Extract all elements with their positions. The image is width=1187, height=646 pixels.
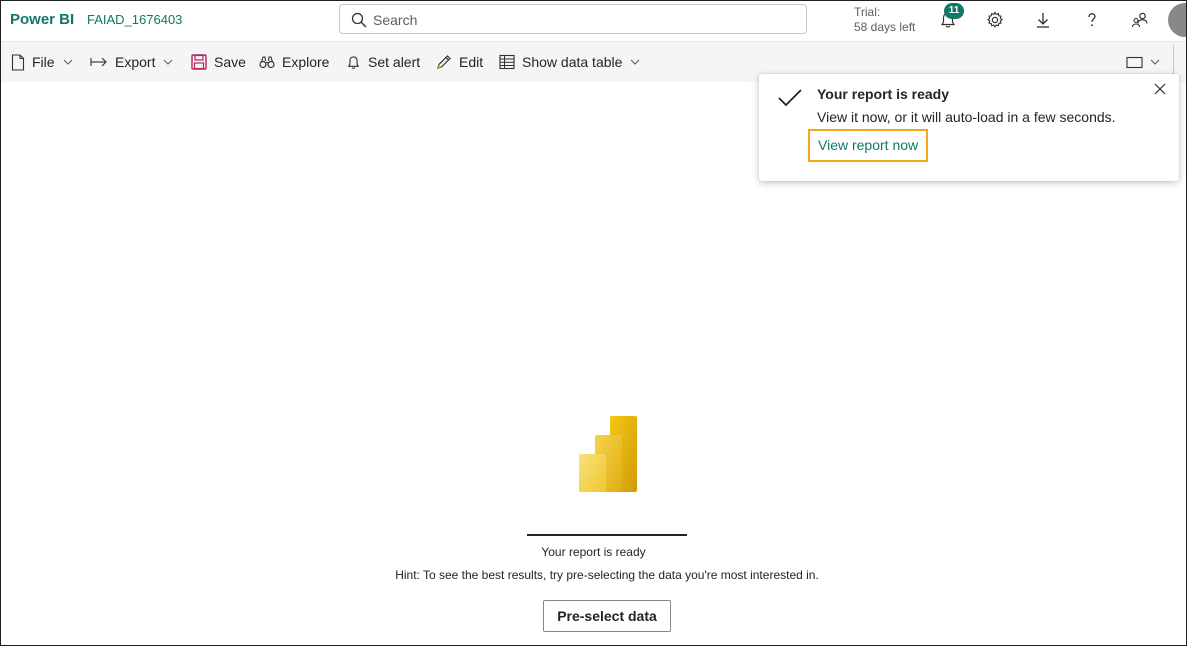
- power-bi-logo: [579, 416, 637, 492]
- toolbar-divider: [1173, 45, 1174, 75]
- binoculars-icon: [259, 56, 275, 69]
- show-data-table-label: Show data table: [522, 54, 623, 70]
- report-status-text: Your report is ready: [541, 545, 646, 559]
- question-icon: [1088, 13, 1096, 27]
- window-icon: [1126, 56, 1143, 68]
- people-icon: [1131, 12, 1148, 28]
- save-label: Save: [214, 54, 246, 70]
- file-menu-button[interactable]: File: [11, 42, 73, 82]
- set-alert-label: Set alert: [368, 54, 421, 70]
- view-report-now-link[interactable]: View report now: [808, 129, 929, 162]
- explore-label: Explore: [282, 54, 330, 70]
- export-menu-button[interactable]: Export: [90, 42, 173, 82]
- workspace-name[interactable]: FAIAD_1676403: [87, 12, 182, 27]
- top-header: Power BI FAIAD_1676403 Search Trial: 58 …: [1, 1, 1186, 42]
- save-button[interactable]: Save: [191, 42, 246, 82]
- settings-button[interactable]: [982, 7, 1008, 33]
- chevron-down-icon: [164, 59, 173, 65]
- toast-message: View it now, or it will auto-load in a f…: [817, 109, 1116, 125]
- file-label: File: [32, 54, 55, 70]
- file-icon: [11, 53, 25, 71]
- trial-label: Trial:: [854, 5, 881, 19]
- toast-title: Your report is ready: [817, 86, 950, 102]
- explore-button[interactable]: Explore: [259, 42, 329, 82]
- chevron-down-icon: [63, 59, 72, 65]
- loading-bar: [527, 534, 687, 536]
- edit-button[interactable]: Edit: [436, 42, 483, 82]
- help-button[interactable]: [1079, 7, 1105, 33]
- feedback-button[interactable]: [1127, 7, 1153, 33]
- app-brand[interactable]: Power BI: [10, 11, 74, 28]
- trial-days: 58 days left: [854, 20, 916, 34]
- pencil-icon: [437, 55, 451, 69]
- app-window: Power BI FAIAD_1676403 Search Trial: 58 …: [0, 0, 1187, 646]
- chevron-down-icon: [1150, 59, 1160, 65]
- chevron-down-icon: [631, 59, 640, 65]
- table-icon: [499, 54, 515, 70]
- edit-label: Edit: [459, 54, 484, 70]
- set-alert-button[interactable]: Set alert: [346, 42, 420, 82]
- search-placeholder: Search: [373, 12, 418, 28]
- hint-text: Hint: To see the best results, try pre-s…: [395, 568, 819, 582]
- trial-status[interactable]: Trial: 58 days left: [854, 5, 915, 35]
- search-box[interactable]: Search: [339, 4, 807, 34]
- search-icon: [351, 12, 367, 28]
- checkmark-icon: [778, 89, 802, 107]
- close-icon[interactable]: [1152, 81, 1168, 97]
- notification-badge: 11: [944, 3, 964, 19]
- pre-select-data-button[interactable]: Pre-select data: [543, 600, 671, 632]
- report-ready-toast: Your report is ready View it now, or it …: [759, 74, 1179, 181]
- bell-icon: [347, 55, 360, 69]
- export-label: Export: [115, 54, 156, 70]
- show-data-table-button[interactable]: Show data table: [499, 42, 640, 82]
- download-button[interactable]: [1030, 7, 1056, 33]
- account-avatar[interactable]: [1168, 3, 1186, 37]
- export-arrow-icon: [90, 57, 107, 67]
- download-icon: [1037, 13, 1049, 28]
- gear-icon: [986, 11, 1004, 28]
- save-icon: [191, 54, 207, 70]
